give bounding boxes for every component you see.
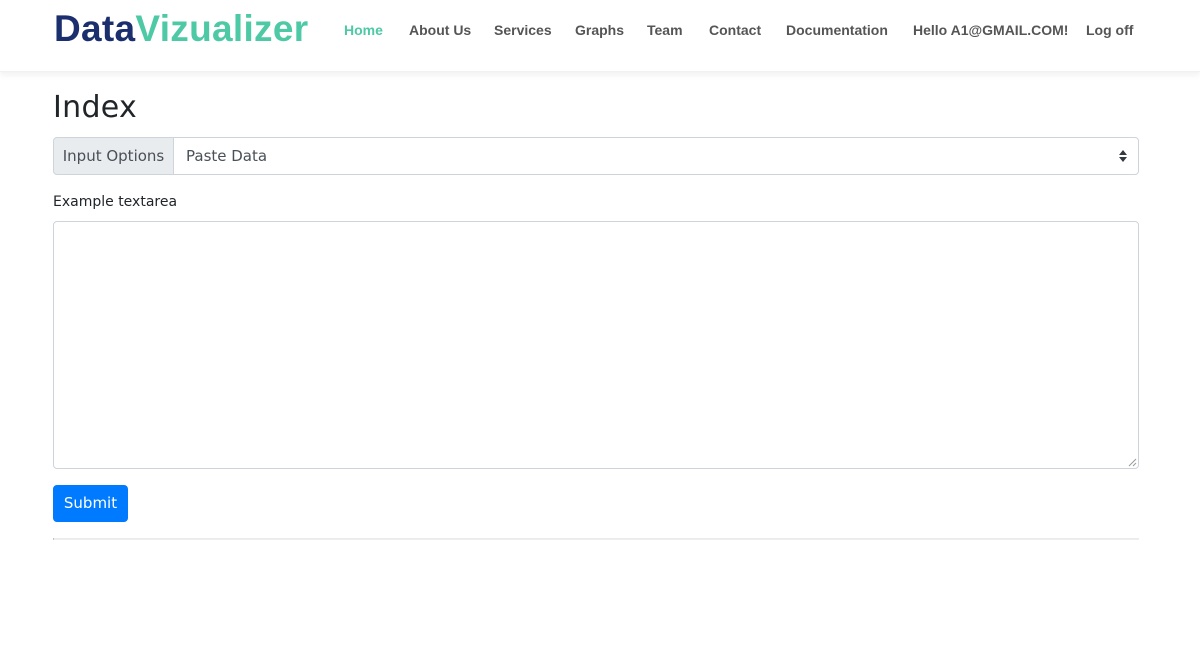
nav-team[interactable]: Team [647,21,683,39]
page-title: Index [53,90,138,125]
nav-log-off[interactable]: Log off [1086,21,1133,39]
brand-logo-part1: Data [54,8,136,49]
nav-contact[interactable]: Contact [709,21,761,39]
nav-about-us[interactable]: About Us [409,21,471,39]
input-options-select[interactable]: Paste Data [174,137,1139,175]
input-options-label: Input Options [53,137,174,175]
nav-documentation[interactable]: Documentation [786,21,888,39]
resize-grip-icon[interactable] [1128,458,1137,467]
input-options-selected-value: Paste Data [186,147,268,165]
top-navbar: DataVizualizer Home About Us Services Gr… [0,0,1200,72]
data-textarea[interactable] [53,221,1139,469]
input-options-group: Input Options Paste Data [53,137,1139,175]
nav-user-greeting[interactable]: Hello A1@GMAIL.COM! [913,21,1068,39]
textarea-label: Example textarea [53,194,178,210]
nav-services[interactable]: Services [494,21,552,39]
nav-home[interactable]: Home [344,21,383,39]
nav-graphs[interactable]: Graphs [575,21,624,39]
brand-logo-part2: Vizualizer [135,8,309,49]
sort-caret-icon [1119,150,1127,162]
brand-logo[interactable]: DataVizualizer [54,7,308,51]
submit-button[interactable]: Submit [53,485,128,522]
divider [53,538,1139,540]
